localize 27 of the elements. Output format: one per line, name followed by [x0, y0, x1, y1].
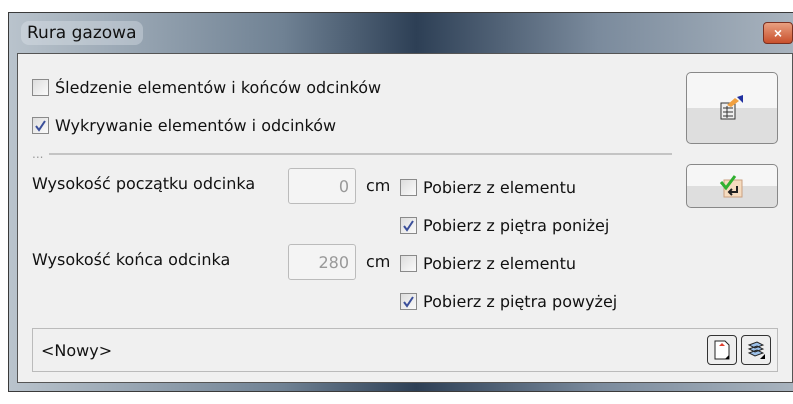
apply-button[interactable]	[686, 164, 778, 208]
new-document-button[interactable]	[707, 335, 737, 365]
properties-button[interactable]	[686, 72, 778, 144]
checkbox-label[interactable]: Wykrywanie elementów i odcinków	[55, 116, 336, 134]
document-icon	[713, 340, 731, 360]
checkbox[interactable]	[32, 116, 49, 134]
checkbox-label[interactable]: Pobierz z elementu	[423, 178, 576, 196]
window-title: Rura gazowa	[21, 21, 142, 45]
field-label: Wysokość początku odcinka	[32, 174, 256, 193]
checkbox[interactable]	[400, 254, 417, 272]
library-button[interactable]	[741, 335, 771, 365]
status-text: <Nowy>	[41, 340, 112, 360]
checkbox[interactable]	[400, 216, 417, 234]
stack-icon	[746, 340, 766, 360]
checkbox[interactable]	[400, 178, 417, 196]
separator-dots: ...	[32, 150, 44, 158]
checkbox-label[interactable]: Pobierz z elementu	[423, 254, 576, 272]
check-enter-icon	[719, 174, 745, 198]
checkbox[interactable]	[400, 292, 417, 310]
table-brush-icon	[719, 95, 745, 121]
field-label: Wysokość końca odcinka	[32, 250, 230, 269]
checkbox[interactable]	[32, 78, 49, 96]
unit-label: cm	[365, 252, 390, 271]
checkbox-label[interactable]: Pobierz z piętra powyżej	[423, 292, 618, 310]
unit-label: cm	[365, 176, 390, 195]
checkbox-label[interactable]: Śledzenie elementów i końców odcinków	[55, 78, 382, 96]
checkbox-label[interactable]: Pobierz z piętra poniżej	[423, 216, 610, 234]
